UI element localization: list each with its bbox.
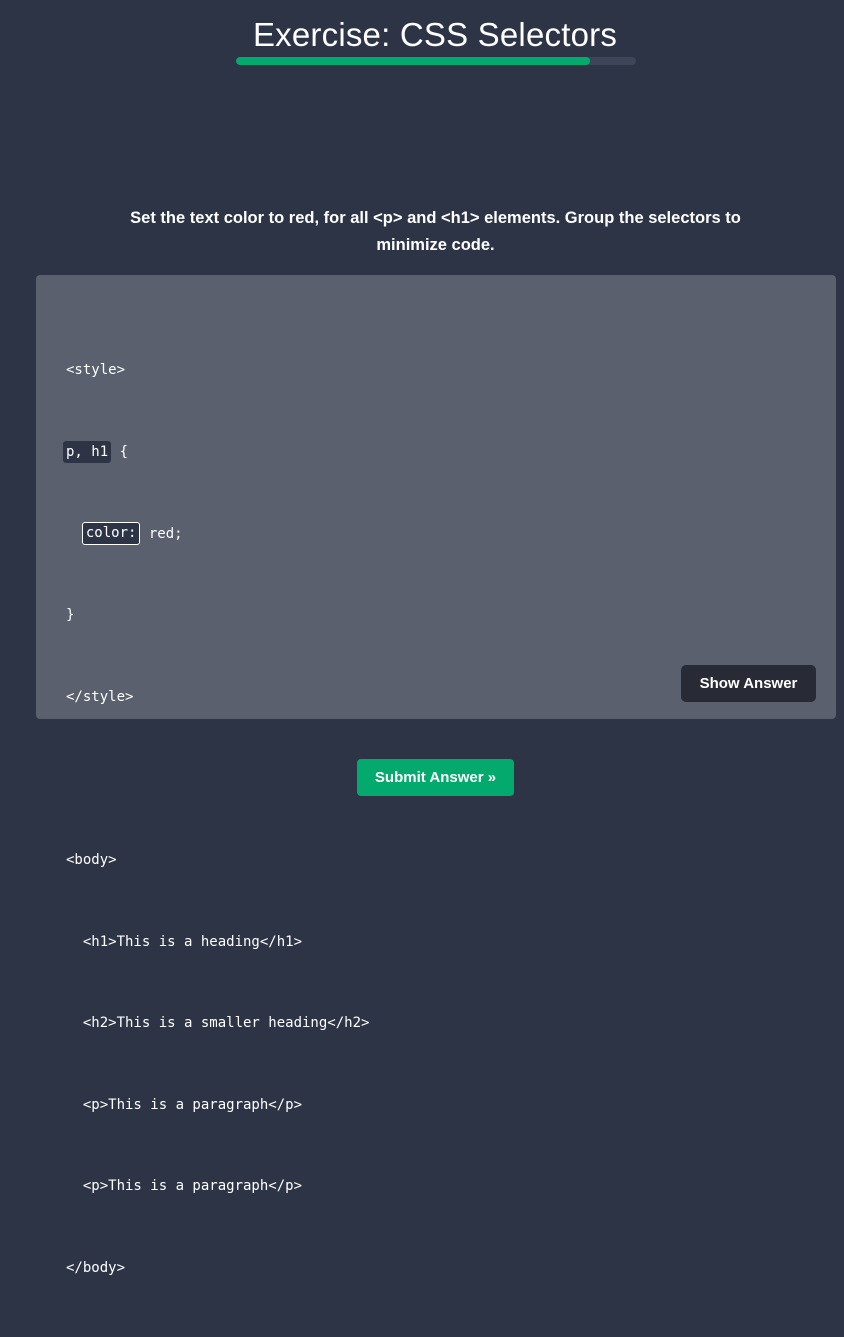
code-line-brace-close: } [66,607,75,624]
code-line-selector: p, h1 { [63,439,369,466]
code-line-h1: <h1>This is a heading</h1> [66,933,303,950]
selector-answer-input[interactable]: p, h1 [63,441,112,463]
code-line-body-open: <body> [66,851,117,868]
submit-answer-button[interactable]: Submit Answer » [357,759,514,796]
code-line-h2: <h2>This is a smaller heading</h2> [66,1015,370,1032]
code-line-style-open: <style> [66,362,126,379]
property-answer-input[interactable]: color: [81,522,141,546]
indent-text [66,526,83,542]
code-line-p2: <p>This is a paragraph</p> [66,1178,303,1195]
brace-open-text: { [111,444,129,460]
exercise-instruction: Set the text color to red, for all <p> a… [130,209,741,254]
code-line-style-close: </style> [66,688,134,705]
progress-bar-fill [236,57,590,65]
progress-bar [236,57,636,65]
show-answer-button[interactable]: Show Answer [681,665,816,702]
code-block: <style> p, h1 { color: red; } </style> <… [63,303,370,1337]
exercise-title: Exercise: CSS Selectors [252,16,618,53]
code-line-body-close: </body> [66,1259,126,1276]
code-line-p1: <p>This is a paragraph</p> [66,1096,303,1113]
code-line-declaration: color: red; [66,521,369,548]
code-editor-panel: <style> p, h1 { color: red; } </style> <… [36,275,836,1276]
value-text: red; [140,525,183,542]
